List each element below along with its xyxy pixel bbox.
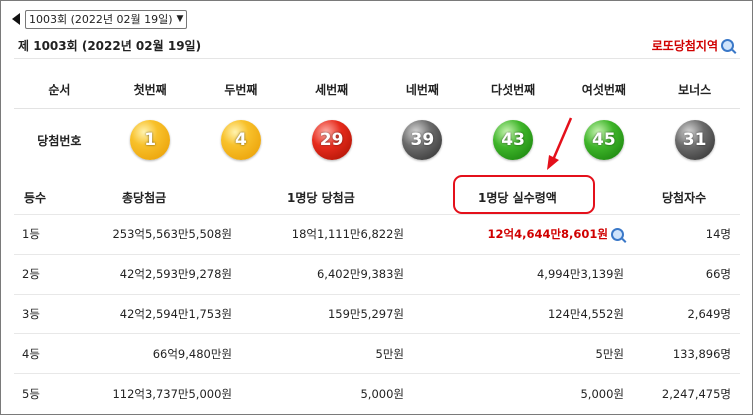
winners-cell: 133,896명: [672, 346, 731, 361]
total-cell: 66억9,480만원: [152, 346, 232, 361]
winners-cell: 66명: [705, 267, 731, 282]
total-cell: 112억3,737만5,000원: [112, 386, 232, 401]
ball-header-1: 첫번째: [133, 83, 167, 97]
prev-round-arrow-icon[interactable]: [12, 13, 20, 25]
winning-numbers-label: 당첨번호: [37, 133, 82, 148]
lotto-ball-3: 29: [311, 120, 352, 160]
net-cell: 4,994만3,139원: [536, 267, 624, 282]
prize-table-header: 등수 총당첨금 1명당 당첨금 1명당 실수령액 당첨자수: [14, 181, 740, 215]
round-select-value: 1003회 (2022년 02월 19일): [29, 13, 173, 26]
prize-table: 등수 총당첨금 1명당 당첨금 1명당 실수령액 당첨자수 1등 253억5,5…: [14, 181, 740, 413]
search-icon[interactable]: [721, 39, 734, 52]
lotto-ball-bonus: 31: [674, 120, 715, 160]
per-person-cell: 159만5,297원: [327, 306, 404, 321]
rank-cell: 2등: [22, 267, 40, 282]
ball-header-order: 순서: [48, 83, 71, 97]
col-rank: 등수: [24, 191, 47, 205]
per-person-cell: 18억1,111만6,822원: [291, 227, 404, 242]
net-cell: 12억4,644만8,601원: [413, 226, 633, 242]
total-cell: 42억2,593만9,278원: [119, 267, 232, 282]
lotto-ball-5: 43: [493, 120, 534, 160]
total-cell: 253억5,563만5,508원: [112, 227, 232, 242]
table-row: 3등 42억2,594만1,753원 159만5,297원 124만4,552원…: [14, 295, 740, 335]
rank-cell: 5등: [22, 386, 40, 401]
per-person-cell: 5,000원: [360, 386, 404, 401]
lotto-ball-6: 45: [583, 120, 624, 160]
table-row: 4등 66억9,480만원 5만원 5만원 133,896명: [14, 334, 740, 375]
net-cell: 5,000원: [580, 386, 624, 401]
table-row: 5등 112억3,737만5,000원 5,000원 5,000원 2,247,…: [14, 374, 740, 413]
lotto-ball-4: 39: [402, 120, 443, 160]
ball-header-2: 두번째: [224, 83, 258, 97]
col-total: 총당첨금: [122, 191, 167, 205]
round-select-dropdown[interactable]: 1003회 (2022년 02월 19일) ▼: [25, 9, 188, 29]
col-per-person: 1명당 당첨금: [287, 191, 355, 205]
ball-header-5: 다섯번째: [491, 83, 536, 97]
rank-cell: 1등: [22, 227, 40, 242]
table-row: 2등 42억2,593만9,278원 6,402만9,383원 4,994만3,…: [14, 255, 740, 295]
title-bar: 제 1003회 (2022년 02월 19일) 로또당첨지역: [14, 34, 740, 59]
chevron-down-icon: ▼: [176, 14, 184, 24]
winners-cell: 14명: [705, 227, 731, 242]
ball-header-row: 순서 첫번째 두번째 세번째 네번째 다섯번째 여섯번째 보너스: [14, 72, 740, 109]
ball-header-bonus: 보너스: [678, 83, 712, 97]
winners-cell: 2,649명: [687, 306, 731, 321]
rank-cell: 3등: [22, 306, 40, 321]
search-icon[interactable]: [611, 227, 624, 241]
ball-header-3: 세번째: [315, 83, 349, 97]
winning-numbers-row: 당첨번호 1 4 29 39 43 45 31: [14, 108, 740, 172]
page-title: 제 1003회 (2022년 02월 19일): [18, 39, 202, 53]
table-row: 1등 253억5,563만5,508원 18억1,111만6,822원 12억4…: [14, 215, 740, 255]
net-amount: 12억4,644만8,601원: [487, 227, 609, 242]
net-cell: 124만4,552원: [547, 306, 624, 321]
rank-cell: 4등: [22, 346, 40, 361]
col-net: 1명당 실수령액: [478, 191, 557, 205]
col-winners: 당첨자수: [662, 191, 707, 205]
winners-cell: 2,247,475명: [661, 386, 731, 401]
lotto-ball-1: 1: [130, 120, 171, 160]
per-person-cell: 6,402만9,383원: [316, 267, 404, 282]
lotto-ball-2: 4: [220, 120, 261, 160]
total-cell: 42억2,594만1,753원: [119, 306, 232, 321]
region-link[interactable]: 로또당첨지역: [652, 37, 734, 54]
ball-header-4: 네번째: [405, 83, 439, 97]
net-amount-link[interactable]: 12억4,644만8,601원: [487, 226, 624, 242]
ball-header-6: 여섯번째: [581, 83, 626, 97]
region-link-label: 로또당첨지역: [651, 39, 718, 53]
net-cell: 5만원: [595, 346, 624, 361]
per-person-cell: 5만원: [375, 346, 404, 361]
round-navigation: 1003회 (2022년 02월 19일) ▼: [12, 9, 188, 29]
